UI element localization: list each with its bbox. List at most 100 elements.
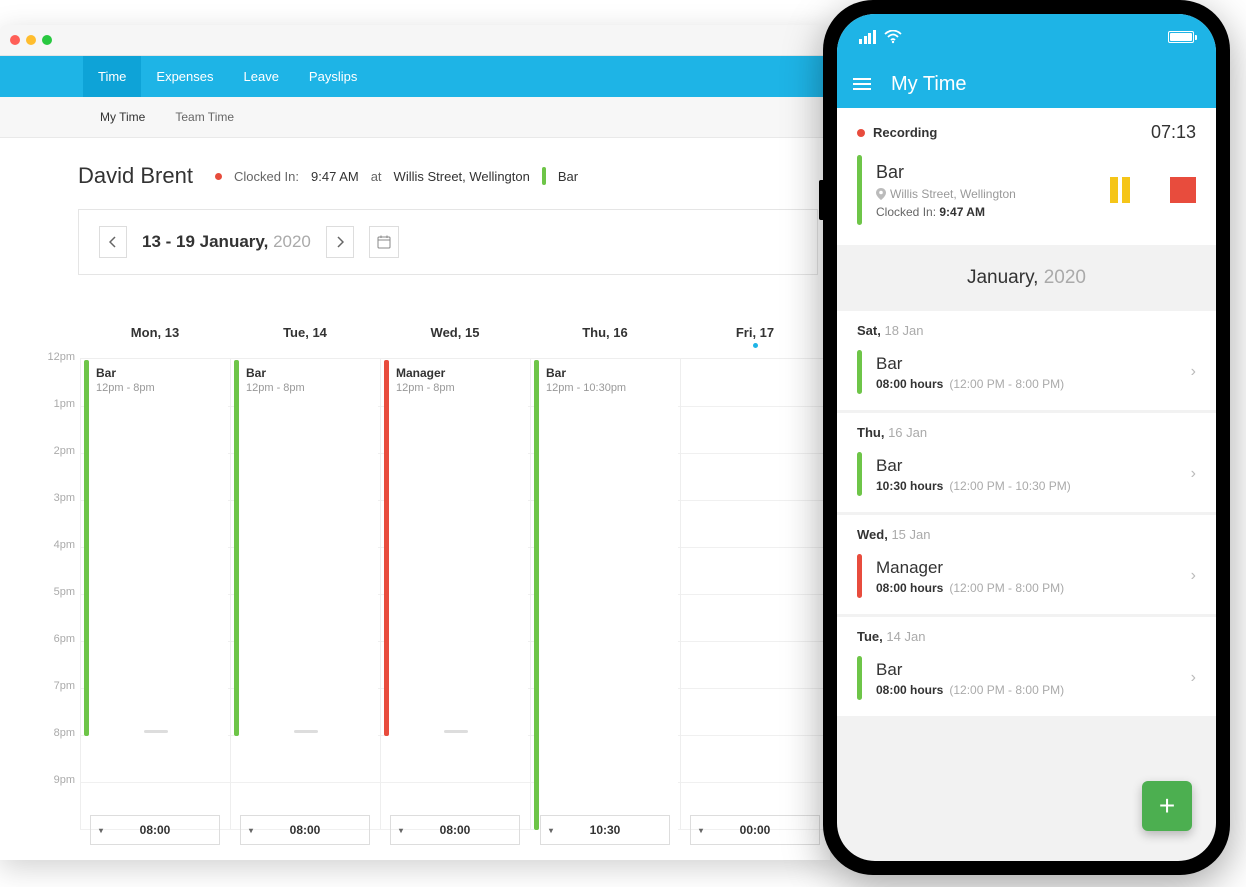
app-bar: My Time (837, 60, 1216, 108)
prev-week-button[interactable] (99, 226, 127, 258)
time-entry[interactable]: Bar 08:00 hours(12:00 PM - 8:00 PM) › (837, 344, 1216, 410)
entry-range: (12:00 PM - 8:00 PM) (949, 377, 1064, 391)
entry-title: Bar (876, 660, 1191, 680)
day-column-mon: Bar 12pm - 8pm (80, 359, 230, 829)
today-indicator-dot (753, 343, 758, 348)
window-minimize-dot[interactable] (26, 35, 36, 45)
day-week: Thu, (857, 425, 884, 440)
entry-range: (12:00 PM - 8:00 PM) (949, 683, 1064, 697)
event-title: Bar (84, 360, 228, 380)
day-header-fri-label: Fri, 17 (736, 325, 774, 340)
day-date: 14 Jan (886, 629, 925, 644)
date-controls: 13 - 19 January, 2020 (78, 209, 818, 275)
resize-handle-icon[interactable] (444, 730, 468, 733)
recording-clocked-time: 9:47 AM (939, 205, 985, 219)
chevron-right-icon: › (1191, 567, 1196, 585)
day-total-tue[interactable]: ▾08:00 (240, 815, 370, 845)
nav-tab-expenses[interactable]: Expenses (141, 56, 228, 97)
entry-hours: 08:00 hours (876, 683, 943, 697)
event-tue[interactable]: Bar 12pm - 8pm (234, 360, 378, 736)
entry-range: (12:00 PM - 8:00 PM) (949, 581, 1064, 595)
recording-dot-icon (215, 173, 222, 180)
resize-handle-icon[interactable] (144, 730, 168, 733)
date-range-year: 2020 (273, 232, 311, 251)
recording-card: Bar Willis Street, Wellington Clocked In… (837, 143, 1216, 245)
entry-color-bar (857, 656, 862, 700)
entry-hours: 08:00 hours (876, 377, 943, 391)
next-week-button[interactable] (326, 226, 354, 258)
subtab-my-time[interactable]: My Time (100, 97, 145, 138)
main-nav: Time Expenses Leave Payslips (0, 56, 830, 97)
resize-handle-icon[interactable] (294, 730, 318, 733)
day-column-tue: Bar 12pm - 8pm (230, 359, 380, 829)
menu-icon[interactable] (853, 78, 871, 90)
nav-tab-leave[interactable]: Leave (229, 56, 294, 97)
calendar-picker-button[interactable] (369, 226, 399, 258)
date-range-main: 13 - 19 January, (142, 232, 268, 251)
day-header-thu: Thu, 16 (530, 315, 680, 358)
subtab-team-time[interactable]: Team Time (175, 97, 234, 138)
chevron-right-icon: › (1191, 669, 1196, 687)
entry-title: Manager (876, 558, 1191, 578)
entry-hours: 08:00 hours (876, 581, 943, 595)
hour-12pm: 12pm (25, 351, 75, 398)
day-totals-row: ▾08:00 ▾08:00 ▾08:00 ▾10:30 ▾00:00 (80, 815, 830, 845)
event-wed[interactable]: Manager 12pm - 8pm (384, 360, 528, 736)
event-color-bar (234, 360, 239, 736)
role-bar-icon (542, 167, 546, 185)
add-entry-fab[interactable]: + (1142, 781, 1192, 831)
entry-title: Bar (876, 456, 1191, 476)
time-entry[interactable]: Bar 10:30 hours(12:00 PM - 10:30 PM) › (837, 446, 1216, 512)
day-column-thu: Bar 12pm - 10:30pm (530, 359, 680, 829)
day-column-wed: Manager 12pm - 8pm (380, 359, 530, 829)
entry-color-bar (857, 350, 862, 394)
recording-elapsed: 07:13 (1151, 122, 1196, 143)
recording-clocked-label: Clocked In: (876, 205, 936, 219)
month-header: January, 2020 (837, 245, 1216, 311)
sub-nav: My Time Team Time (0, 97, 830, 138)
clocked-in-label: Clocked In: (234, 169, 299, 184)
signal-icon (859, 30, 876, 44)
hour-3pm: 3pm (25, 492, 75, 539)
hour-labels: 12pm 1pm 2pm 3pm 4pm 5pm 6pm 7pm 8pm 9pm (25, 351, 75, 821)
hour-6pm: 6pm (25, 633, 75, 680)
event-title: Bar (234, 360, 378, 380)
wifi-icon (884, 30, 902, 44)
entry-color-bar (857, 452, 862, 496)
window-close-dot[interactable] (10, 35, 20, 45)
day-date: 15 Jan (891, 527, 930, 542)
entry-color-bar (857, 554, 862, 598)
phone-frame: My Time Recording 07:13 Bar Willis Stree… (823, 0, 1230, 875)
day-section-tue: Tue, 14 Jan Bar 08:00 hours(12:00 PM - 8… (837, 617, 1216, 716)
entry-hours: 10:30 hours (876, 479, 943, 493)
recording-dot-icon (857, 129, 865, 137)
event-thu[interactable]: Bar 12pm - 10:30pm (534, 360, 678, 830)
window-zoom-dot[interactable] (42, 35, 52, 45)
day-total-wed[interactable]: ▾08:00 (390, 815, 520, 845)
nav-tab-payslips[interactable]: Payslips (294, 56, 372, 97)
day-headers-row: Mon, 13 Tue, 14 Wed, 15 Thu, 16 Fri, 17 (80, 315, 830, 358)
day-section-thu: Thu, 16 Jan Bar 10:30 hours (12:00 PM - 1… (837, 413, 1216, 512)
day-date: 16 Jan (888, 425, 927, 440)
event-color-bar (384, 360, 389, 736)
nav-tab-time[interactable]: Time (83, 56, 141, 97)
event-mon[interactable]: Bar 12pm - 8pm (84, 360, 228, 736)
phone-side-button (819, 180, 823, 220)
time-entry[interactable]: Manager 08:00 hours(12:00 PM - 8:00 PM) … (837, 548, 1216, 614)
day-total-mon[interactable]: ▾08:00 (90, 815, 220, 845)
day-section-sat: Sat, 18 Jan Bar 08:00 hours(12:00 PM - 8… (837, 311, 1216, 410)
time-entry[interactable]: Bar 08:00 hours (12:00 PM - 8:00 PM) › (837, 650, 1216, 716)
at-label: at (371, 169, 382, 184)
day-total-thu[interactable]: ▾10:30 (540, 815, 670, 845)
event-time: 12pm - 8pm (384, 380, 528, 394)
chevron-right-icon: › (1191, 363, 1196, 381)
entry-range: (12:00 PM - 10:30 PM) (949, 479, 1070, 493)
window-titlebar (0, 25, 830, 56)
pause-button[interactable] (1110, 177, 1130, 203)
desktop-browser-window: Time Expenses Leave Payslips My Time Tea… (0, 25, 830, 860)
phone-status-bar (837, 14, 1216, 60)
day-total-fri[interactable]: ▾00:00 (690, 815, 820, 845)
recording-location: Willis Street, Wellington (890, 187, 1016, 201)
day-date: 18 Jan (884, 323, 923, 338)
stop-button[interactable] (1170, 177, 1196, 203)
